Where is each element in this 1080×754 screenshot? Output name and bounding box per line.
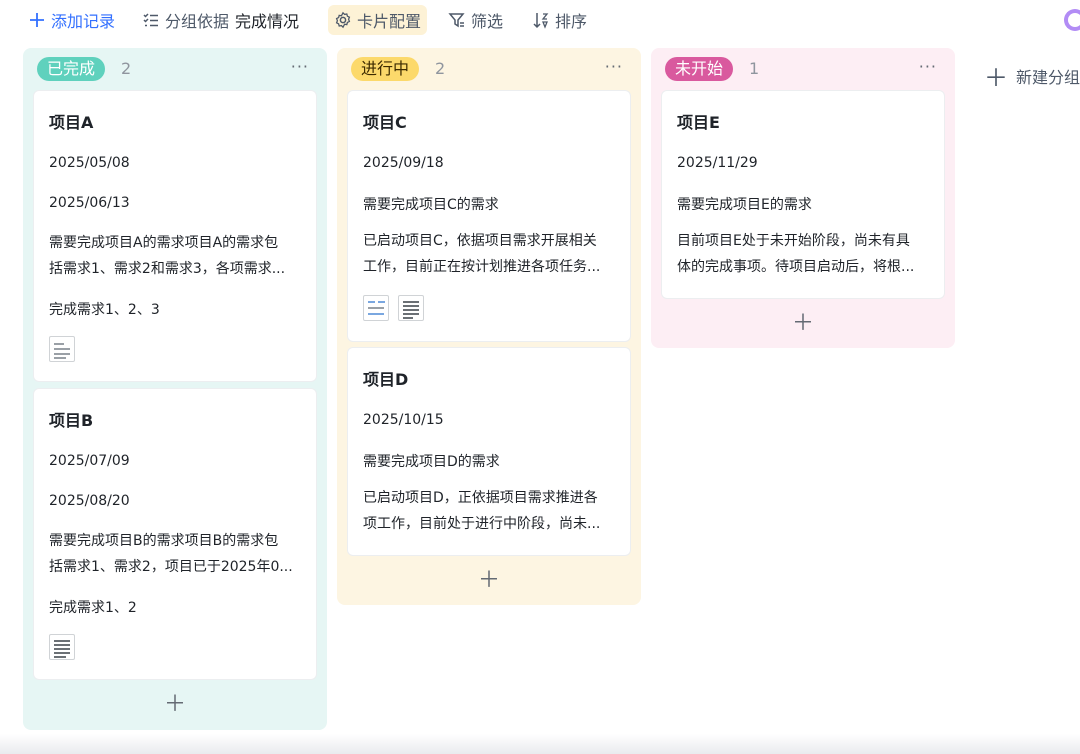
start-date: 2025/10/15: [363, 412, 444, 428]
description-line: 需要完成项目A的需求项目A的需求包: [49, 235, 279, 251]
toolbar: 添加记录 分组依据 完成情况 卡片配置 筛选 排序: [0, 0, 1080, 40]
gear-icon: [335, 11, 351, 29]
description-line: 括需求1、需求2和需求3，各项需求...: [49, 261, 286, 277]
column-header: 未开始 1 ···: [651, 48, 955, 90]
card-description: 需要完成项目B的需求项目B的需求包 括需求1、需求2，项目已于2025年0...: [49, 528, 301, 580]
start-date: 2025/05/08: [49, 155, 130, 171]
column-done: 已完成 2 ··· 项目A 2025/05/08 2025/06/13 需要完成…: [23, 48, 327, 730]
card-project-a[interactable]: 项目A 2025/05/08 2025/06/13 需要完成项目A的需求项目A的…: [33, 90, 317, 382]
attachment-thumbnail[interactable]: [398, 295, 424, 321]
start-date: 2025/07/09: [49, 453, 130, 469]
card-count: 2: [121, 59, 132, 78]
card-project-c[interactable]: 项目C 2025/09/18 需要完成项目C的需求 已启动项目C，依据项目需求开…: [347, 90, 631, 342]
card-title: 项目C: [363, 113, 407, 132]
result-text: 完成需求1、2: [49, 600, 137, 616]
attachment-thumbnail[interactable]: [363, 295, 389, 321]
group-icon: [143, 13, 158, 27]
plus-icon: ＋: [984, 64, 1008, 92]
new-group-button[interactable]: ＋ 新建分组: [984, 58, 1080, 93]
filter-button[interactable]: 筛选: [442, 5, 509, 35]
description-line: 需要完成项目B的需求项目B的需求包: [49, 533, 279, 549]
status-tag: 进行中: [351, 57, 420, 81]
add-record-label: 添加记录: [51, 12, 116, 31]
column-header: 已完成 2 ···: [23, 48, 327, 90]
bottom-shadow: [0, 734, 1080, 754]
card-config-button[interactable]: 卡片配置: [328, 5, 428, 35]
more-icon[interactable]: ···: [605, 57, 623, 76]
card-title: 项目E: [677, 113, 720, 132]
status-tag: 未开始: [665, 57, 734, 81]
card-config-label: 卡片配置: [357, 12, 422, 31]
add-record-button[interactable]: 添加记录: [22, 5, 121, 35]
filter-label: 筛选: [471, 12, 504, 31]
assistant-icon[interactable]: [1064, 9, 1080, 31]
description-line: 括需求1、需求2，项目已于2025年0...: [49, 559, 293, 575]
card-project-d[interactable]: 项目D 2025/10/15 需要完成项目D的需求 已启动项目D，正依据项目需求…: [347, 347, 631, 556]
end-date: 2025/08/20: [49, 493, 130, 509]
add-card-button[interactable]: ＋: [337, 566, 641, 596]
attachment-thumbnail[interactable]: [49, 634, 75, 660]
sort-icon: [533, 13, 549, 29]
attachment-thumbnail[interactable]: [49, 336, 75, 362]
card-description: 已启动项目C，依据项目需求开展相关 工作，目前正在按计划推进各项任务...: [363, 228, 615, 280]
more-icon[interactable]: ···: [291, 57, 309, 76]
card-project-e[interactable]: 项目E 2025/11/29 需要完成项目E的需求 目前项目E处于未开始阶段，尚…: [661, 90, 945, 299]
group-by-button[interactable]: 分组依据 完成情况: [136, 5, 305, 35]
card-description: 需要完成项目A的需求项目A的需求包 括需求1、需求2和需求3，各项需求...: [49, 230, 301, 282]
need-text: 需要完成项目E的需求: [677, 197, 812, 213]
start-date: 2025/11/29: [677, 155, 758, 171]
more-icon[interactable]: ···: [919, 57, 937, 76]
sort-label: 排序: [555, 12, 588, 31]
group-by-label: 分组依据: [165, 12, 230, 31]
description-line: 工作，目前正在按计划推进各项任务...: [363, 259, 601, 275]
need-text: 需要完成项目D的需求: [363, 454, 500, 470]
add-card-button[interactable]: ＋: [23, 690, 327, 720]
card-title: 项目A: [49, 113, 94, 132]
description-line: 目前项目E处于未开始阶段，尚未有具: [677, 233, 910, 249]
card-count: 1: [749, 59, 760, 78]
new-group-label: 新建分组: [1016, 67, 1080, 87]
result-text: 完成需求1、2、3: [49, 302, 160, 318]
status-tag: 已完成: [37, 57, 106, 81]
card-project-b[interactable]: 项目B 2025/07/09 2025/08/20 需要完成项目B的需求项目B的…: [33, 388, 317, 680]
description-line: 项工作，目前处于进行中阶段，尚未...: [363, 516, 601, 532]
plus-icon: [30, 13, 44, 27]
column-in-progress: 进行中 2 ··· 项目C 2025/09/18 需要完成项目C的需求 已启动项…: [337, 48, 641, 605]
need-text: 需要完成项目C的需求: [363, 197, 499, 213]
card-title: 项目B: [49, 411, 94, 430]
group-by-value: 完成情况: [235, 12, 300, 31]
end-date: 2025/06/13: [49, 195, 130, 211]
column-header: 进行中 2 ···: [337, 48, 641, 90]
add-card-button[interactable]: ＋: [651, 309, 955, 339]
description-line: 已启动项目C，依据项目需求开展相关: [363, 233, 597, 249]
sort-button[interactable]: 排序: [526, 5, 593, 35]
filter-icon: [448, 13, 465, 28]
card-title: 项目D: [363, 370, 409, 389]
card-description: 已启动项目D，正依据项目需求推进各 项工作，目前处于进行中阶段，尚未...: [363, 485, 615, 537]
column-not-started: 未开始 1 ··· 项目E 2025/11/29 需要完成项目E的需求 目前项目…: [651, 48, 955, 348]
card-description: 目前项目E处于未开始阶段，尚未有具 体的完成事项。待项目启动后，将根...: [677, 228, 929, 280]
card-count: 2: [435, 59, 446, 78]
description-line: 已启动项目D，正依据项目需求推进各: [363, 490, 598, 506]
description-line: 体的完成事项。待项目启动后，将根...: [677, 259, 915, 275]
start-date: 2025/09/18: [363, 155, 444, 171]
